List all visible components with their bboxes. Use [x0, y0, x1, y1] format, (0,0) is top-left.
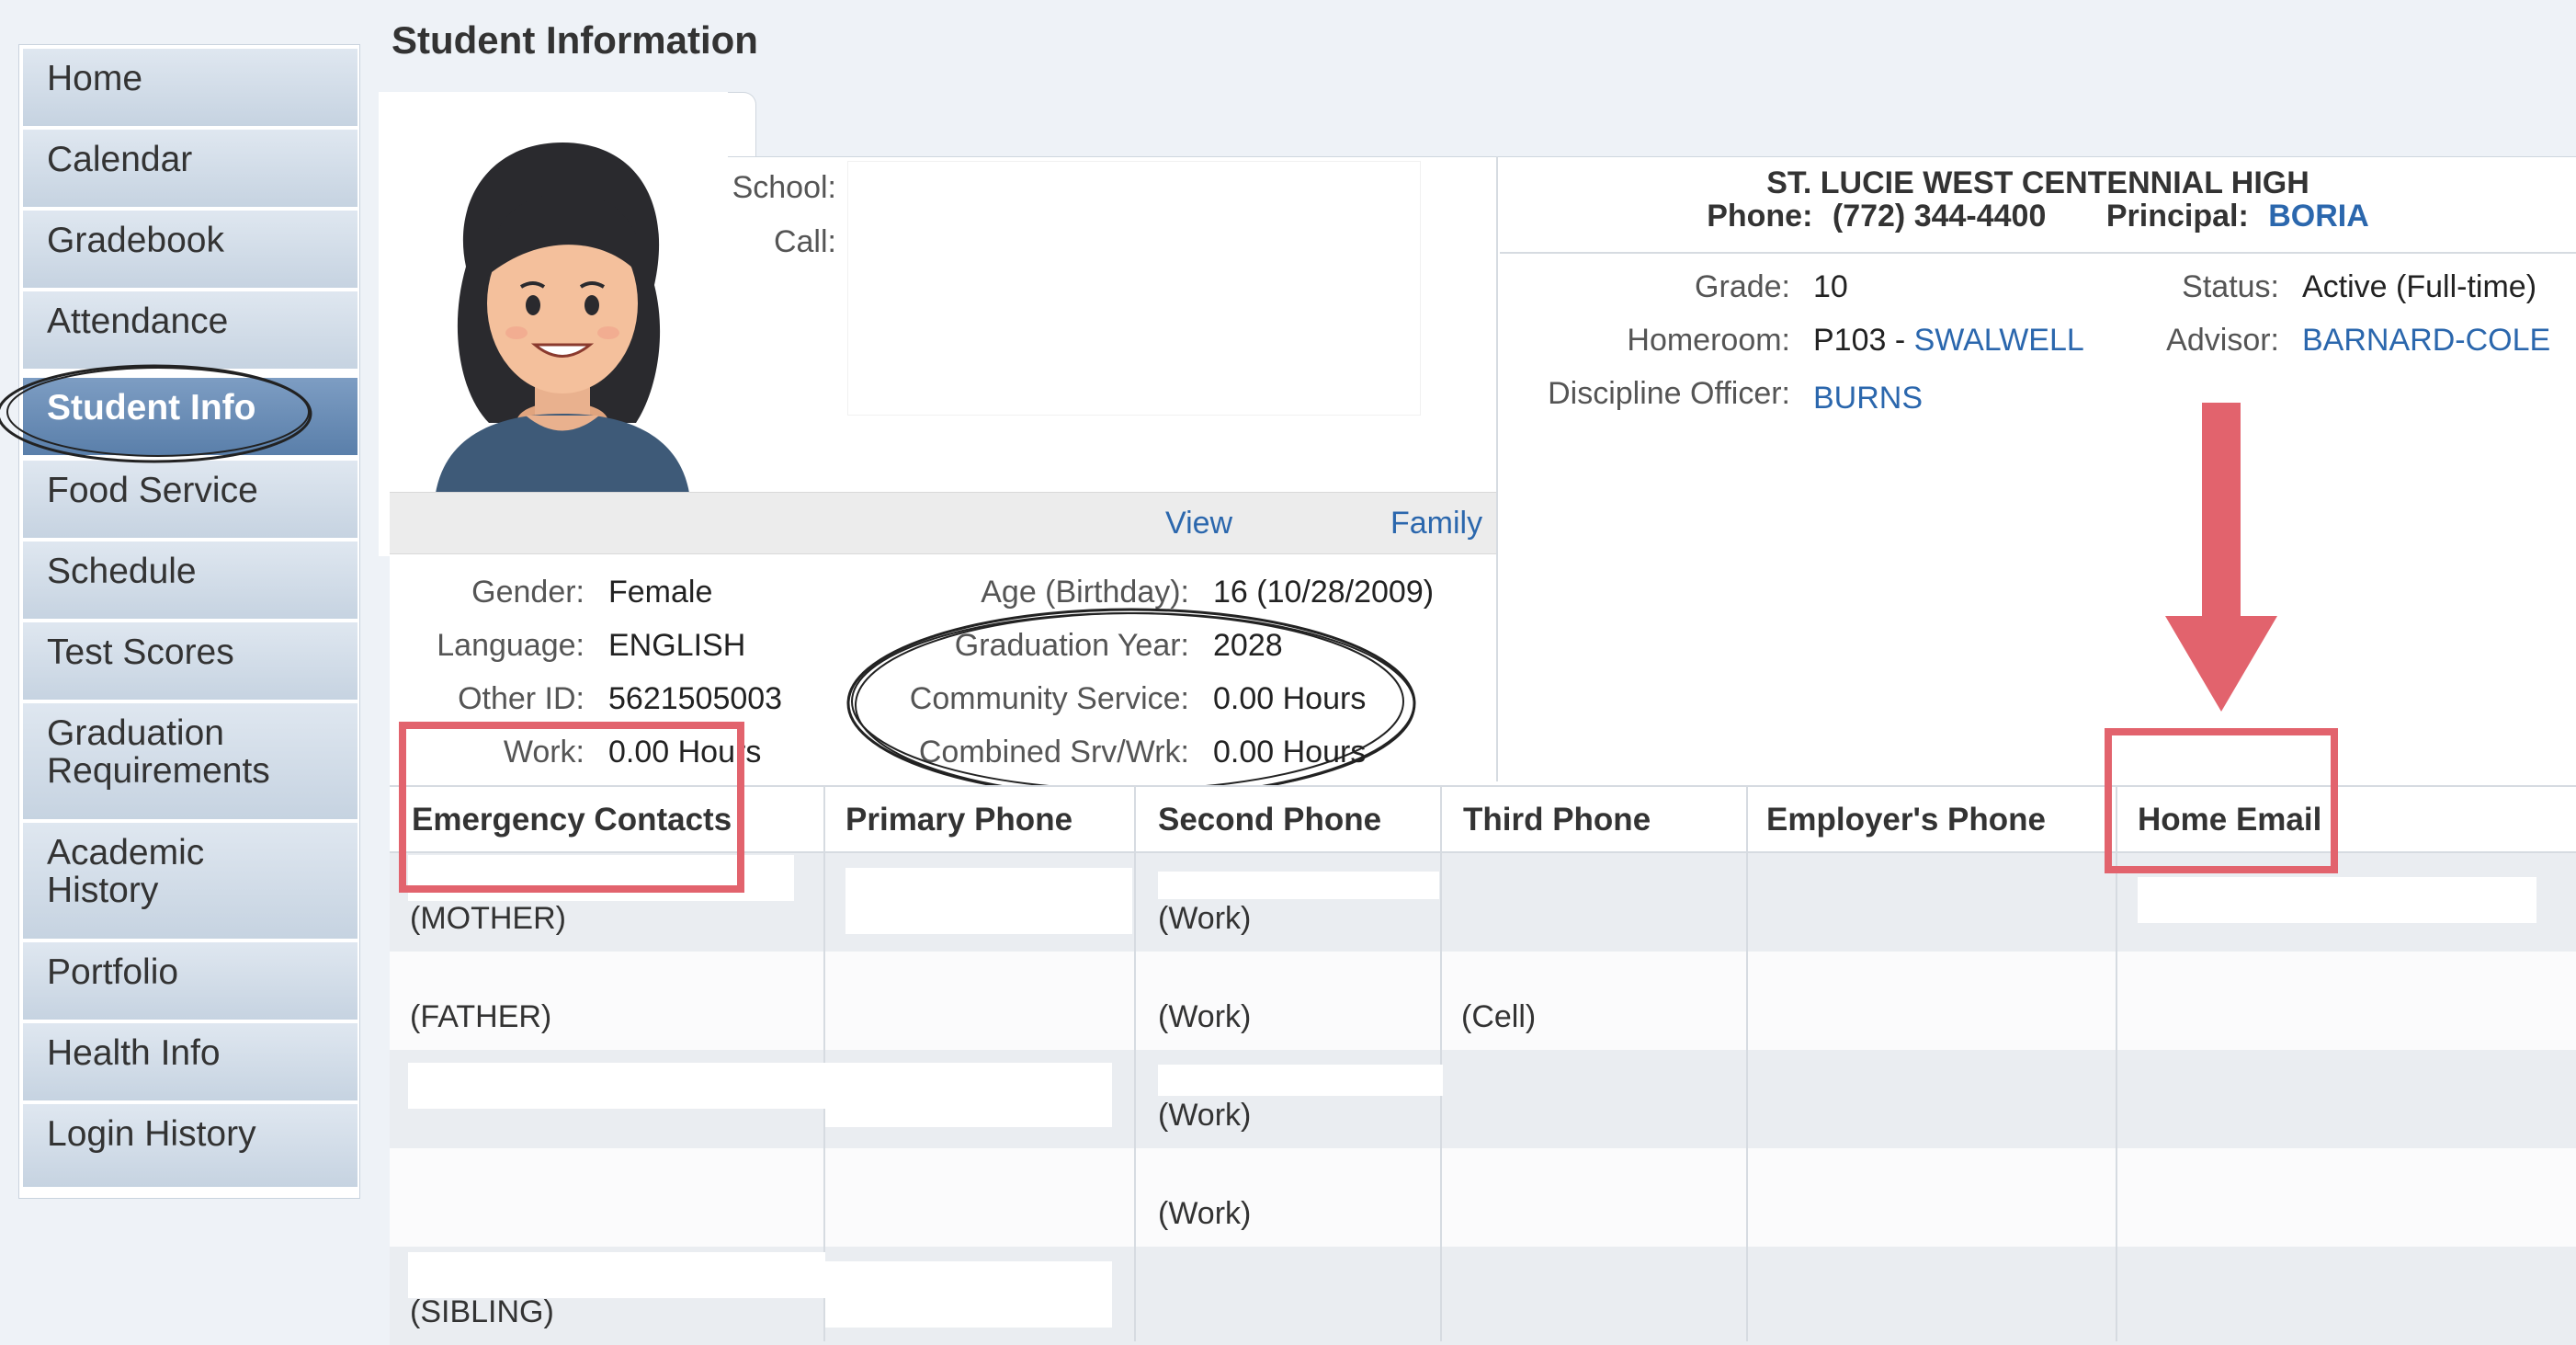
redacted-name [408, 1063, 825, 1109]
annotation-box-home-email [2105, 728, 2338, 873]
avatar [379, 92, 728, 556]
highlight-circle-student-info [0, 364, 312, 463]
nav-label: Calendar [47, 140, 193, 179]
third-phone-type: (Cell) [1461, 999, 1537, 1034]
phone-label: Phone: [1707, 199, 1813, 234]
annotation-arrow-down-icon [2165, 616, 2277, 712]
column-divider [1746, 785, 1748, 1341]
header-employers-phone[interactable]: Employer's Phone [1766, 802, 2046, 838]
homeroom-room: P103 - [1813, 323, 1914, 358]
nav-label: Gradebook [47, 221, 224, 260]
nav-label: Health Info [47, 1033, 221, 1073]
other-id-value: 5621505003 [608, 681, 783, 716]
nav-label: Academic [47, 833, 205, 872]
nav-label: Attendance [47, 302, 229, 341]
annotation-arrow-shaft [2202, 403, 2241, 621]
status-value: Active (Full-time) [2302, 269, 2537, 304]
language-label: Language: [437, 628, 584, 663]
sidebar-nav: Home Calendar Gradebook Attendance Stude… [18, 44, 360, 1199]
school-phone-line: Phone: (772) 344-4400 Principal: BORIA [1500, 199, 2576, 234]
header-second-phone[interactable]: Second Phone [1158, 802, 1381, 838]
principal-link[interactable]: BORIA [2268, 199, 2369, 234]
status-label: Status: [2182, 269, 2279, 304]
second-phone-type: (Work) [1158, 1196, 1252, 1231]
contact-relation: (MOTHER) [410, 901, 566, 936]
gender-value: Female [608, 575, 713, 610]
contact-relation: (FATHER) [410, 999, 552, 1034]
redacted-phone [825, 1063, 1112, 1127]
view-bar [390, 492, 1496, 554]
redacted-name [408, 1252, 825, 1298]
redacted-phone [825, 1261, 1112, 1328]
grade-label: Grade: [1695, 269, 1790, 304]
nav-home[interactable]: Home [23, 49, 357, 128]
nav-label: Test Scores [47, 633, 234, 672]
other-id-label: Other ID: [458, 681, 584, 716]
nav-graduation-requirements[interactable]: Graduation Requirements [23, 703, 357, 821]
panel-divider [1496, 156, 1498, 781]
homeroom-teacher-link[interactable]: SWALWELL [1914, 323, 2084, 358]
second-phone-type: (Work) [1158, 901, 1252, 936]
advisor-label: Advisor: [2166, 323, 2279, 358]
contact-info-box [847, 161, 1421, 416]
discipline-officer-link[interactable]: BURNS [1813, 381, 1923, 416]
nav-health-info[interactable]: Health Info [23, 1023, 357, 1102]
school-phone: (772) 344-4400 [1832, 199, 2047, 234]
highlight-circle-hours [846, 608, 1416, 799]
school-label: School: [732, 170, 836, 205]
school-name: ST. LUCIE WEST CENTENNIAL HIGH [1766, 165, 2309, 200]
view-link[interactable]: View [1165, 506, 1232, 541]
homeroom-label: Homeroom: [1627, 323, 1790, 358]
column-divider [1134, 785, 1136, 1341]
nav-label: Home [47, 59, 143, 98]
nav-academic-history[interactable]: Academic History [23, 823, 357, 940]
annotation-box-emergency-contacts [399, 722, 744, 893]
principal-label: Principal: [2105, 199, 2249, 234]
nav-test-scores[interactable]: Test Scores [23, 622, 357, 701]
nav-label: Graduation [47, 713, 224, 753]
nav-portfolio[interactable]: Portfolio [23, 942, 357, 1021]
school-header-divider [1500, 252, 2576, 254]
redacted-phone [1158, 1065, 1443, 1096]
nav-label: Schedule [47, 552, 197, 591]
page-title: Student Information [392, 18, 758, 62]
redacted-phone [845, 868, 1132, 934]
gender-label: Gender: [471, 575, 584, 610]
nav-label: Login History [47, 1114, 256, 1154]
column-divider [1440, 785, 1442, 1341]
redacted-email [2138, 877, 2536, 923]
language-value: ENGLISH [608, 628, 746, 663]
contact-relation: (SIBLING) [410, 1294, 554, 1329]
nav-gradebook[interactable]: Gradebook [23, 211, 357, 290]
homeroom-value: P103 - SWALWELL [1813, 323, 2084, 359]
nav-label-line2: Requirements [47, 751, 270, 791]
advisor-link[interactable]: BARNARD-COLE [2302, 323, 2550, 359]
nav-schedule[interactable]: Schedule [23, 541, 357, 621]
nav-label: Portfolio [47, 952, 179, 992]
student-avatar-illustration [434, 142, 691, 515]
nav-calendar[interactable]: Calendar [23, 130, 357, 209]
call-label: Call: [773, 224, 836, 259]
header-third-phone[interactable]: Third Phone [1463, 802, 1651, 838]
nav-login-history[interactable]: Login History [23, 1104, 357, 1189]
second-phone-type: (Work) [1158, 999, 1252, 1034]
second-phone-type: (Work) [1158, 1098, 1252, 1133]
header-primary-phone[interactable]: Primary Phone [845, 802, 1072, 838]
table-row [390, 1148, 2576, 1247]
redacted-phone [1158, 872, 1439, 899]
grade-value: 10 [1813, 269, 1848, 304]
discipline-officer-label: Discipline Officer: [1548, 376, 1790, 411]
family-link[interactable]: Family [1390, 506, 1482, 541]
nav-label-line2: History [47, 871, 159, 910]
